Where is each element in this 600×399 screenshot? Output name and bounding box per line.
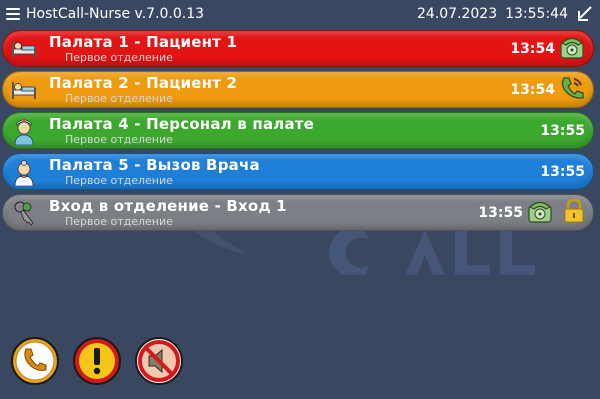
call-time: 13:54 (510, 40, 555, 57)
call-title: Палата 5 - Вызов Врача (49, 155, 260, 174)
call-time: 13:55 (478, 204, 523, 221)
alert-button[interactable] (72, 336, 122, 386)
call-department: Первое отделение (65, 214, 173, 228)
title-bar: HostCall-Nurse v.7.0.0.13 24.07.2023 13:… (0, 0, 600, 28)
call-row[interactable]: Вход в отделение - Вход 1 Первое отделен… (2, 194, 594, 231)
call-title: Вход в отделение - Вход 1 (49, 196, 287, 215)
keys-icon (9, 198, 39, 228)
doctor-icon (9, 157, 39, 187)
call-row[interactable]: Палата 5 - Вызов Врача Первое отделение … (2, 153, 594, 190)
phone-call-icon (559, 75, 585, 105)
minimize-arrow-icon[interactable] (576, 5, 594, 23)
patient-bed-icon (9, 34, 39, 64)
call-list: Палата 1 - Пациент 1 Первое отделение 13… (2, 30, 594, 235)
answer-call-button[interactable] (10, 336, 60, 386)
call-time: 13:55 (540, 122, 585, 139)
call-department: Первое отделение (65, 91, 173, 105)
current-date: 24.07.2023 (416, 6, 498, 22)
call-title: Палата 1 - Пациент 1 (49, 32, 238, 51)
call-row[interactable]: Палата 4 - Персонал в палате Первое отде… (2, 112, 594, 149)
mute-button[interactable] (134, 336, 184, 386)
bottom-toolbar (10, 336, 184, 386)
call-department: Первое отделение (65, 173, 173, 187)
call-time: 13:55 (540, 163, 585, 180)
call-row[interactable]: Палата 2 - Пациент 2 Первое отделение 13… (2, 71, 594, 108)
call-title: Палата 2 - Пациент 2 (49, 73, 238, 92)
call-time: 13:54 (510, 81, 555, 98)
current-time: 13:55:44 (505, 6, 568, 22)
lock-icon (563, 198, 585, 228)
call-department: Первое отделение (65, 132, 173, 146)
call-department: Первое отделение (65, 50, 173, 64)
call-row[interactable]: Палата 1 - Пациент 1 Первое отделение 13… (2, 30, 594, 67)
phone-icon (527, 198, 553, 228)
nurse-icon (9, 116, 39, 146)
app-title: HostCall-Nurse v.7.0.0.13 (26, 6, 205, 22)
menu-icon[interactable] (6, 8, 20, 20)
phone-icon (559, 34, 585, 64)
call-title: Палата 4 - Персонал в палате (49, 114, 315, 133)
patient-bed-icon (9, 75, 39, 105)
